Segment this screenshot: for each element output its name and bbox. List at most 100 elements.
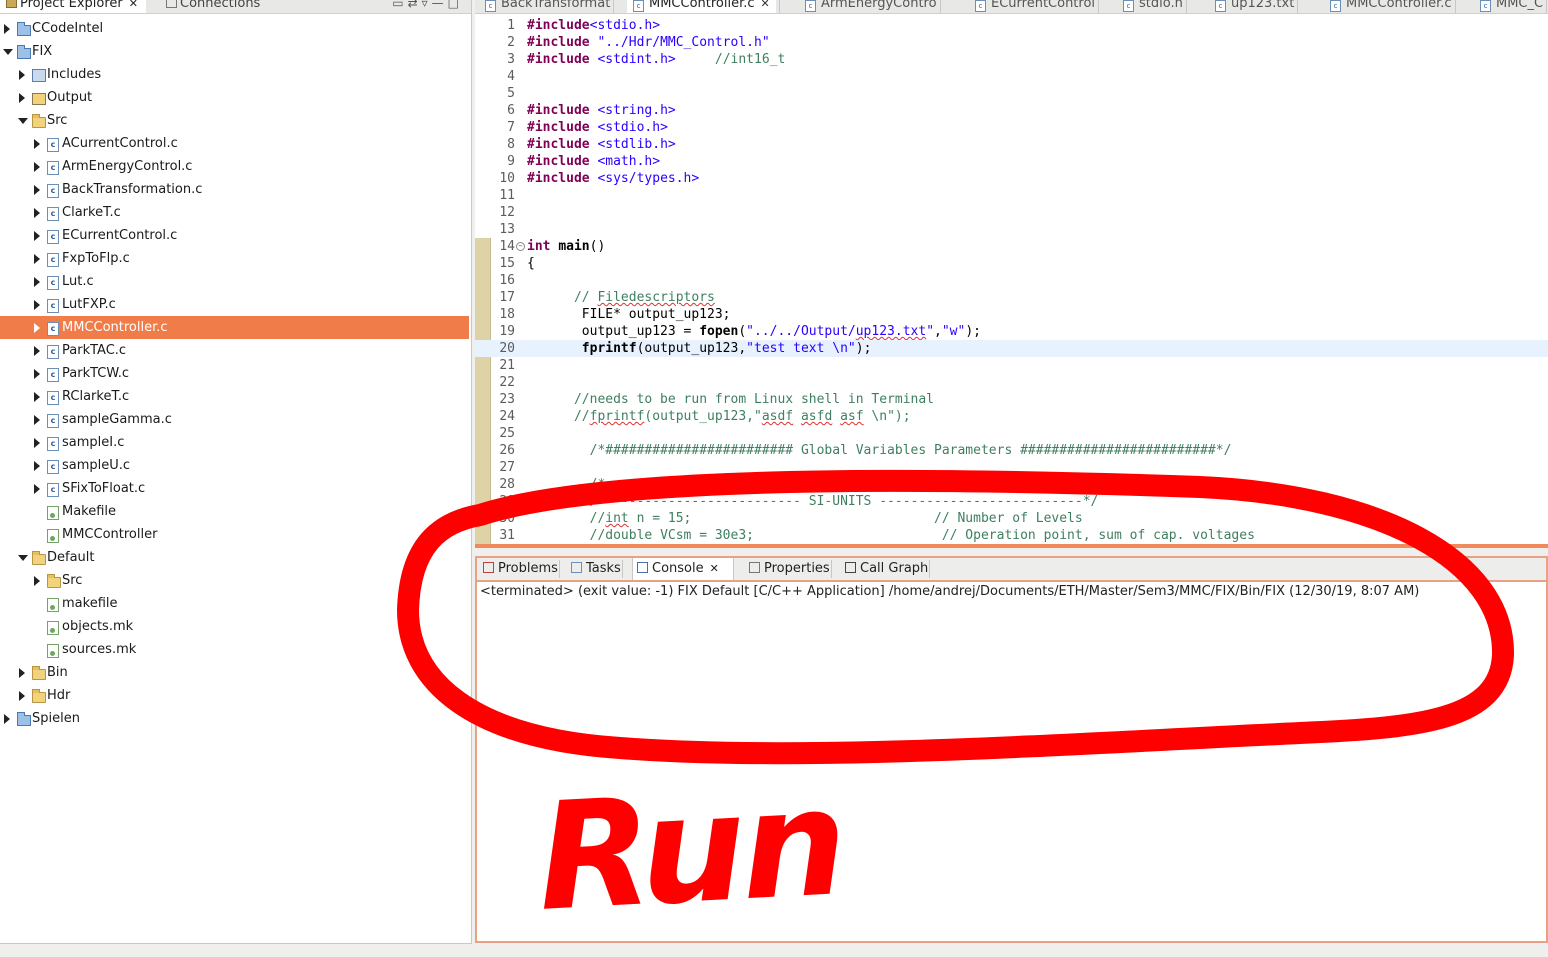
code-line[interactable]: 23 //needs to be run from Linux shell in… [475,391,1548,408]
code-line[interactable]: 25 [475,425,1548,442]
code-line[interactable]: 1 #include<stdio.h> [475,17,1548,34]
tree-item[interactable]: c RClarkeT.c [0,385,469,408]
tab-tasks[interactable]: Tasks [567,558,623,580]
tree-item[interactable]: Makefile [0,500,469,523]
code-line[interactable]: 7 #include <stdio.h> [475,119,1548,136]
editor-tab[interactable]: c MMCController.c [1330,0,1456,13]
link-editor-icon[interactable]: ⇄ [408,0,422,10]
tab-console[interactable]: Console ✕ [632,558,734,580]
chevron-right-icon[interactable] [34,231,40,241]
code-line[interactable]: 18 FILE* output_up123; [475,306,1548,323]
code-line[interactable]: 3 #include <stdint.h> //int16_t [475,51,1548,68]
chevron-down-icon[interactable] [18,118,28,124]
chevron-right-icon[interactable] [34,208,40,218]
tree-item[interactable]: c FxpToFlp.c [0,247,469,270]
tree-item[interactable]: Hdr [0,684,469,707]
chevron-right-icon[interactable] [34,139,40,149]
chevron-right-icon[interactable] [34,438,40,448]
chevron-right-icon[interactable] [34,346,40,356]
chevron-right-icon[interactable] [34,369,40,379]
code-line[interactable]: 19 output_up123 = fopen("../../Output/up… [475,323,1548,340]
chevron-right-icon[interactable] [34,254,40,264]
code-line[interactable]: 10 #include <sys/types.h> [475,170,1548,187]
chevron-right-icon[interactable] [34,415,40,425]
close-icon[interactable]: ✕ [129,0,138,10]
minimize-icon[interactable]: — [432,0,448,10]
chevron-right-icon[interactable] [34,185,40,195]
tree-item[interactable]: Output [0,86,469,109]
code-line[interactable]: 9 #include <math.h> [475,153,1548,170]
tree-item[interactable]: c sampleI.c [0,431,469,454]
tree-item[interactable]: Spielen [0,707,469,730]
editor-tab[interactable]: c ECurrentControl [975,0,1100,13]
tree-item[interactable]: FIX [0,40,469,63]
tree-item[interactable]: Default [0,546,469,569]
chevron-down-icon[interactable] [18,555,28,561]
tab-connections[interactable]: Connections [160,0,260,13]
tree-item[interactable]: objects.mk [0,615,469,638]
code-line[interactable]: 22 [475,374,1548,391]
editor-tab[interactable]: c BackTransformat [485,0,615,13]
tree-item[interactable]: Src [0,109,469,132]
code-editor[interactable]: c BackTransformat c MMCController.c ✕ c ArmEne… [475,0,1548,548]
code-line[interactable]: 14− int main() [475,238,1548,255]
code-line[interactable]: 2 #include "../Hdr/MMC_Control.h" [475,34,1548,51]
chevron-right-icon[interactable] [19,668,25,678]
chevron-right-icon[interactable] [34,162,40,172]
chevron-right-icon[interactable] [19,93,25,103]
tree-item[interactable]: c BackTransformation.c [0,178,469,201]
code-line[interactable]: 31 //double VCsm = 30e3; // Operation po… [475,527,1548,544]
code-line[interactable]: 12 [475,204,1548,221]
code-line[interactable]: 13 [475,221,1548,238]
code-line[interactable]: 28 /* PARAMETERS */ [475,476,1548,493]
close-icon[interactable]: ✕ [761,0,770,10]
tree-item[interactable]: Includes [0,63,469,86]
tree-item[interactable]: CCodeIntel [0,17,469,40]
tree-item[interactable]: c ArmEnergyControl.c [0,155,469,178]
filter-icon[interactable]: ▿ [422,0,432,10]
code-line[interactable]: 16 [475,272,1548,289]
fold-toggle-icon[interactable]: − [516,242,525,251]
maximize-icon[interactable]: □ [448,0,463,10]
code-line[interactable]: 30 //int n = 15; // Number of Levels [475,510,1548,527]
tree-item[interactable]: c ClarkeT.c [0,201,469,224]
tree-item[interactable]: c sampleU.c [0,454,469,477]
code-line[interactable]: 4 [475,68,1548,85]
chevron-right-icon[interactable] [34,392,40,402]
chevron-right-icon[interactable] [34,461,40,471]
code-line[interactable]: 17 // Filedescriptors [475,289,1548,306]
editor-tab[interactable]: c MMC_C [1480,0,1548,13]
chevron-right-icon[interactable] [19,691,25,701]
editor-tab[interactable]: c ArmEnergyContro [805,0,941,13]
chevron-right-icon[interactable] [4,714,10,724]
tree-item[interactable]: makefile [0,592,469,615]
tree-item[interactable]: c ECurrentControl.c [0,224,469,247]
tree-item[interactable]: c ParkTCW.c [0,362,469,385]
chevron-right-icon[interactable] [34,484,40,494]
tree-item[interactable]: c Lut.c [0,270,469,293]
chevron-right-icon[interactable] [4,24,10,34]
tree-item[interactable]: c ParkTAC.c [0,339,469,362]
code-line[interactable]: 5 [475,85,1548,102]
chevron-right-icon[interactable] [34,277,40,287]
tree-item[interactable]: c SFixToFloat.c [0,477,469,500]
code-line[interactable]: 29 /*------------------------- SI-UNITS … [475,493,1548,510]
tree-item[interactable]: MMCController [0,523,469,546]
code-line[interactable]: 27 [475,459,1548,476]
close-icon[interactable]: ✕ [710,562,719,575]
chevron-down-icon[interactable] [3,49,13,55]
editor-tab[interactable]: c MMCController.c ✕ [627,0,780,13]
tab-properties[interactable]: Properties [745,558,832,580]
chevron-right-icon[interactable] [19,70,25,80]
code-line[interactable]: 20 fprintf(output_up123,"test text \n"); [475,340,1548,357]
code-line[interactable]: 26 /*######################## Global Var… [475,442,1548,459]
tree-item[interactable]: c ACurrentControl.c [0,132,469,155]
code-line[interactable]: 11 [475,187,1548,204]
code-line[interactable]: 24 //fprintf(output_up123,"asdf asfd asf… [475,408,1548,425]
chevron-right-icon[interactable] [34,576,40,586]
code-line[interactable]: 21 [475,357,1548,374]
code-line[interactable]: 8 #include <stdlib.h> [475,136,1548,153]
tree-item[interactable]: Src [0,569,469,592]
tree-item[interactable]: c sampleGamma.c [0,408,469,431]
tree-item[interactable]: sources.mk [0,638,469,661]
